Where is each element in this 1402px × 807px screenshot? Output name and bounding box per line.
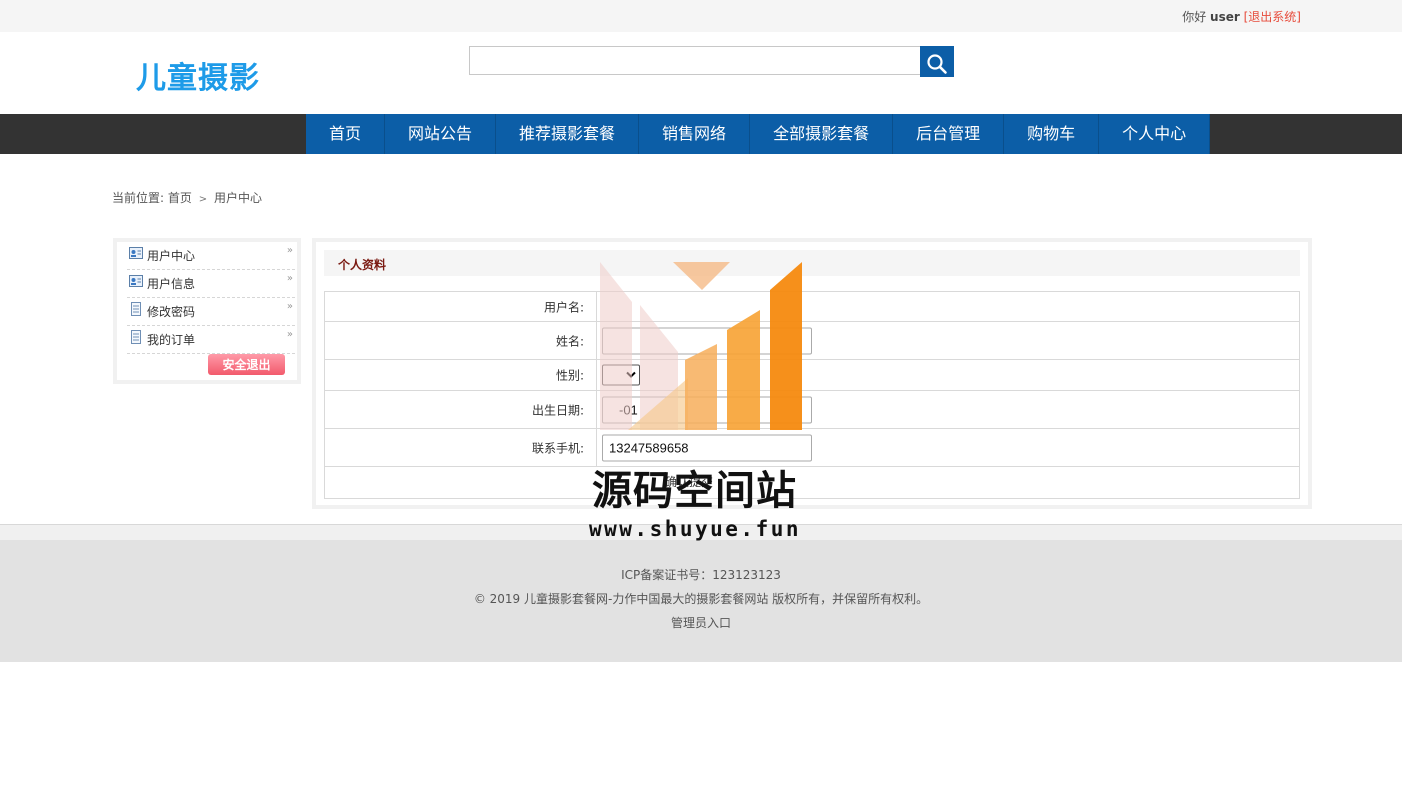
- form-row-phone: 联系手机:: [325, 429, 1299, 467]
- form-row-username: 用户名:: [325, 292, 1299, 322]
- main-nav: 首页 网站公告 推荐摄影套餐 销售网络 全部摄影套餐 后台管理 购物车 个人中心: [306, 114, 1211, 154]
- document-icon: [131, 330, 141, 344]
- double-chevron-icon: »: [286, 329, 293, 340]
- sidebar-item-label: 我的订单: [147, 333, 196, 347]
- nav-item-personal-center[interactable]: 个人中心: [1099, 114, 1211, 154]
- form-row-birthday: 出生日期:: [325, 391, 1299, 429]
- nav-item-home[interactable]: 首页: [306, 114, 386, 154]
- username-label: 用户名:: [543, 300, 584, 314]
- footer-icp: ICP备案证书号：123123123: [621, 568, 781, 582]
- form-row-submit: 确认提交: [325, 467, 1299, 498]
- sidebar-item-change-password[interactable]: 修改密码 »: [127, 298, 295, 326]
- sidebar-item-user-info[interactable]: 用户信息 »: [127, 270, 295, 298]
- nav-item-all-packages[interactable]: 全部摄影套餐: [750, 114, 894, 154]
- birthday-input[interactable]: [602, 396, 812, 423]
- phone-input[interactable]: [602, 434, 812, 461]
- sidebar-item-my-orders[interactable]: 我的订单 »: [127, 326, 295, 354]
- breadcrumb-prefix: 当前位置:: [112, 191, 165, 205]
- form-row-gender: 性别:: [325, 360, 1299, 391]
- user-card-icon: [129, 247, 143, 259]
- nav-item-sales-network[interactable]: 销售网络: [639, 114, 751, 154]
- panel-header: 个人资料: [324, 250, 1300, 276]
- breadcrumb-current: 用户中心: [213, 191, 262, 205]
- watermark-title: 源码空间站: [592, 468, 797, 514]
- form-label-cell: 联系手机:: [325, 429, 597, 466]
- birthday-label: 出生日期:: [531, 403, 584, 417]
- name-input[interactable]: [602, 327, 812, 354]
- search-icon: [927, 54, 947, 74]
- greeting: 你好: [1182, 10, 1207, 24]
- gender-select[interactable]: [602, 364, 640, 386]
- sidebar-item-label: 用户信息: [147, 277, 196, 291]
- form-value-cell: [597, 391, 1299, 428]
- profile-panel: 个人资料 用户名: 姓名: 性别: 出生日期: -01 联系手机: 132475…: [312, 238, 1312, 509]
- nav-bar: 首页 网站公告 推荐摄影套餐 销售网络 全部摄影套餐 后台管理 购物车 个人中心: [0, 114, 1402, 154]
- footer-admin-link[interactable]: 管理员入口: [0, 614, 1402, 631]
- chevron-right-icon: >: [198, 194, 208, 205]
- footer-copyright: © 2019 儿童摄影套餐网-力作中国最大的摄影套餐网站 版权所有，并保留所有权…: [473, 592, 929, 606]
- form-label-cell: 用户名:: [325, 292, 597, 321]
- sidebar-item-label: 修改密码: [147, 305, 196, 319]
- form-label-cell: 出生日期:: [325, 391, 597, 428]
- panel-title: 个人资料: [338, 258, 387, 272]
- sidebar-item-user-center[interactable]: 用户中心 »: [127, 242, 295, 270]
- safe-exit-button[interactable]: 安全退出: [208, 354, 285, 375]
- nav-item-announcements[interactable]: 网站公告: [385, 114, 497, 154]
- top-bar: 你好 user [退出系统]: [0, 0, 1402, 32]
- footer: ICP备案证书号：123123123 © 2019 儿童摄影套餐网-力作中国最大…: [0, 540, 1402, 662]
- username: user: [1210, 10, 1240, 24]
- name-label: 姓名:: [555, 334, 584, 348]
- nav-item-cart[interactable]: 购物车: [1004, 114, 1100, 154]
- double-chevron-icon: »: [286, 245, 293, 256]
- document-icon: [131, 302, 141, 316]
- logout-link[interactable]: [退出系统]: [1244, 10, 1301, 24]
- search-input[interactable]: [469, 46, 920, 75]
- username-value: [597, 292, 1299, 321]
- nav-item-recommended-packages[interactable]: 推荐摄影套餐: [496, 114, 640, 154]
- double-chevron-icon: »: [286, 301, 293, 312]
- form-label-cell: 姓名:: [325, 322, 597, 359]
- breadcrumb-home[interactable]: 首页: [168, 191, 192, 205]
- phone-label: 联系手机:: [531, 441, 584, 455]
- search-button[interactable]: [920, 46, 954, 77]
- form-label-cell: 性别:: [325, 360, 597, 390]
- welcome-text: 你好 user [退出系统]: [1182, 8, 1301, 25]
- form-row-name: 姓名:: [325, 322, 1299, 360]
- sidebar-item-label: 用户中心: [147, 249, 196, 263]
- sidebar: 用户中心 » 用户信息 » 修改密码 » 我的订单 » 安全退出: [113, 238, 301, 384]
- gender-label: 性别:: [555, 368, 584, 383]
- form-value-cell: [597, 360, 1299, 390]
- watermark-url: www.shuyue.fun: [589, 517, 802, 541]
- user-card-icon: [129, 275, 143, 287]
- profile-form: 用户名: 姓名: 性别: 出生日期: 联系手机:: [324, 291, 1300, 499]
- breadcrumb: 当前位置: 首页 > 用户中心: [112, 189, 262, 206]
- nav-item-admin[interactable]: 后台管理: [893, 114, 1005, 154]
- site-logo[interactable]: 儿童摄影: [136, 53, 260, 97]
- form-value-cell: [597, 322, 1299, 359]
- double-chevron-icon: »: [286, 273, 293, 284]
